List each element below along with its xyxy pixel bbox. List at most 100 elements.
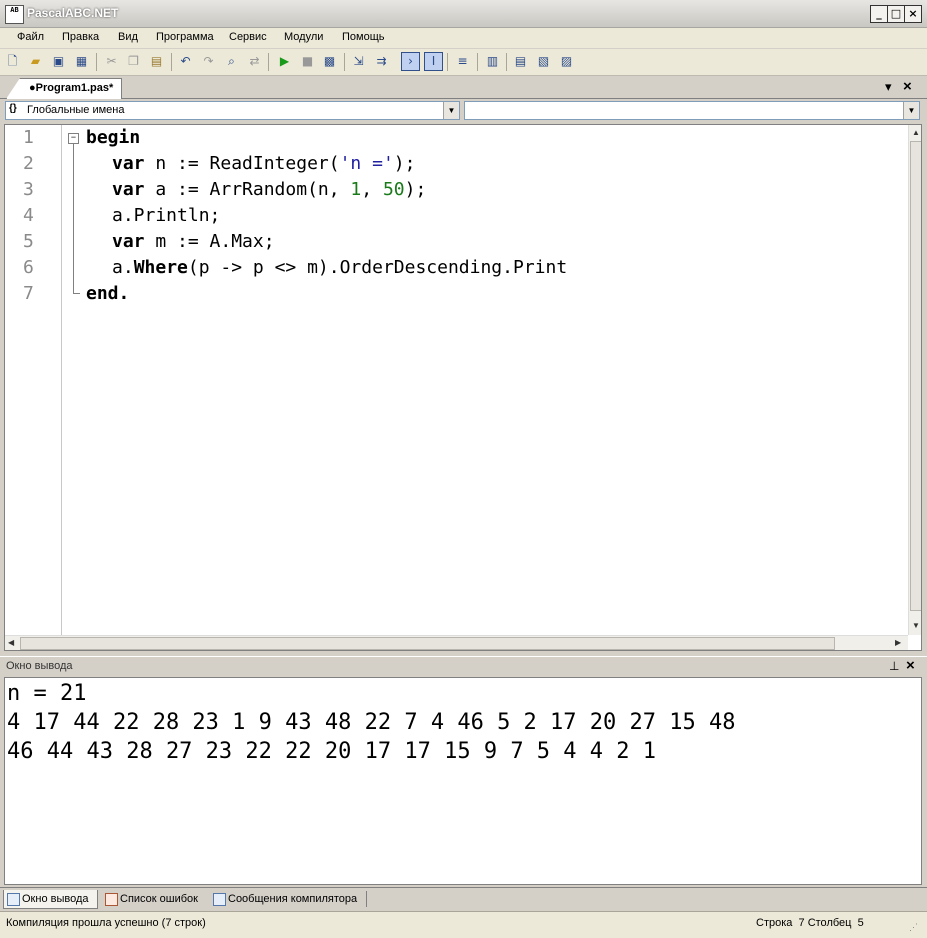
menu-program[interactable]: Программа <box>156 31 214 43</box>
cursor-position: Строка 7 Столбец 5 <box>756 917 864 929</box>
title-bar: AB PascalABC.NET _ □ × <box>0 0 927 28</box>
number-literal: 50 <box>382 179 405 200</box>
scroll-left-icon[interactable]: ◀ <box>8 638 14 647</box>
braces-icon: {} <box>9 103 17 114</box>
keyword: var <box>112 179 145 200</box>
code-text: ); <box>393 153 416 174</box>
compiler-messages-icon <box>213 893 226 906</box>
output-line: 46 44 43 28 27 23 22 22 20 17 17 15 9 7 … <box>7 739 657 764</box>
code-line-2: var n := ReadInteger('n ='); <box>112 153 415 174</box>
pin-icon[interactable]: ⊥ <box>889 659 899 673</box>
menu-modules[interactable]: Модули <box>284 31 323 43</box>
keyword: begin <box>86 127 141 148</box>
scope-select[interactable]: {} Глобальные имена ▼ <box>5 101 460 120</box>
output-panel-title: Окно вывода <box>6 660 73 672</box>
code-line-6: a.Where(p -> p <> m).OrderDescending.Pri… <box>112 257 567 278</box>
copy-icon[interactable]: ❐ <box>125 53 142 70</box>
tab-output-window[interactable]: Окно вывода <box>3 890 98 909</box>
code-template-icon[interactable]: ▥ <box>484 53 501 70</box>
window-title: PascalABC.NET <box>27 6 119 20</box>
toolbar-separator <box>268 53 269 71</box>
compile-icon[interactable]: ▩ <box>321 53 338 70</box>
output-window[interactable]: n = 21 4 17 44 22 28 23 1 9 43 48 22 7 4… <box>4 677 922 885</box>
number-literal: 1 <box>350 179 362 200</box>
panel-close-icon[interactable]: × <box>906 657 915 674</box>
toggle-output-icon[interactable]: › <box>401 52 420 71</box>
stop-icon[interactable]: ■ <box>299 53 316 70</box>
code-line-4: a.Println; <box>112 205 221 226</box>
code-editor[interactable]: 1 2 3 4 5 6 7 − begin var n := ReadInteg… <box>4 124 922 651</box>
open-folder-icon[interactable]: ▰ <box>27 53 44 70</box>
maximize-button[interactable]: □ <box>887 5 905 23</box>
vertical-scroll-thumb[interactable] <box>910 141 921 611</box>
code-text: (p -> p <> m).OrderDescending.Print <box>187 257 568 278</box>
cut-icon[interactable]: ✂ <box>103 53 120 70</box>
scroll-up-icon[interactable]: ▲ <box>912 128 920 137</box>
resize-grip-icon[interactable]: ⋰ <box>909 922 918 933</box>
line-number: 7 <box>23 283 34 304</box>
replace-icon[interactable]: ⇄ <box>246 53 263 70</box>
toolbar-separator <box>96 53 97 71</box>
line-number: 4 <box>23 205 34 226</box>
run-icon[interactable]: ▶ <box>276 53 293 70</box>
output-line: 4 17 44 22 28 23 1 9 43 48 22 7 4 46 5 2… <box>7 710 736 735</box>
close-window-button[interactable]: × <box>904 5 922 23</box>
minimize-button[interactable]: _ <box>870 5 888 23</box>
tab-compiler-messages[interactable]: Сообщения компилятора <box>210 890 365 908</box>
save-icon[interactable]: ▣ <box>50 53 67 70</box>
horizontal-scrollbar[interactable]: ◀ ▶ <box>5 635 908 650</box>
undo-icon[interactable]: ↶ <box>177 53 194 70</box>
column-value: 5 <box>857 917 864 929</box>
chevron-down-icon[interactable]: ▼ <box>443 102 459 119</box>
fold-guide-end <box>73 293 80 294</box>
form-icon[interactable]: ▨ <box>558 53 575 70</box>
save-all-icon[interactable]: ▦ <box>73 53 90 70</box>
new-file-icon[interactable]: 🗋 <box>4 53 21 70</box>
tab-error-list[interactable]: Список ошибок <box>102 890 206 908</box>
line-number: 3 <box>23 179 34 200</box>
redo-icon[interactable]: ↷ <box>200 53 217 70</box>
tab-close-icon[interactable]: × <box>903 78 912 95</box>
step-over-icon[interactable]: ⇉ <box>373 53 390 70</box>
app-logo-icon: AB <box>5 5 24 24</box>
document-tab-strip: ●Program1.pas* ▾ × <box>0 76 927 99</box>
menu-view[interactable]: Вид <box>118 31 138 43</box>
line-number: 2 <box>23 153 34 174</box>
tab-label: Сообщения компилятора <box>228 893 358 905</box>
line-number: 5 <box>23 231 34 252</box>
step-into-icon[interactable]: ⇲ <box>350 53 367 70</box>
menu-file[interactable]: Файл <box>17 31 44 43</box>
scroll-down-icon[interactable]: ▼ <box>912 621 920 630</box>
chevron-down-icon[interactable]: ▼ <box>903 102 919 119</box>
doc-icon[interactable]: ▧ <box>535 53 552 70</box>
code-text: , <box>361 179 383 200</box>
error-list-icon <box>105 893 118 906</box>
status-bar: Компиляция прошла успешно (7 строк) Стро… <box>0 911 927 938</box>
horizontal-scroll-thumb[interactable] <box>20 637 835 650</box>
navigation-combo-row: {} Глобальные имена ▼ ▼ <box>0 99 927 122</box>
toolbar-separator <box>171 53 172 71</box>
code-line-7: end. <box>86 283 129 304</box>
menu-help[interactable]: Помощь <box>342 31 385 43</box>
scroll-right-icon[interactable]: ▶ <box>895 638 901 647</box>
find-icon[interactable]: ⌕ <box>223 53 240 70</box>
tab-list-dropdown-icon[interactable]: ▾ <box>885 79 892 95</box>
toggle-input-icon[interactable]: I <box>424 52 443 71</box>
paste-icon[interactable]: ▤ <box>148 53 165 70</box>
toolbar-separator <box>447 53 448 71</box>
tab-label: Окно вывода <box>22 893 89 905</box>
format-icon[interactable]: ≡ <box>454 53 471 70</box>
member-select[interactable]: ▼ <box>464 101 920 120</box>
menu-edit[interactable]: Правка <box>62 31 99 43</box>
module-icon[interactable]: ▤ <box>512 53 529 70</box>
output-line: n = 21 <box>7 681 87 706</box>
status-message: Компиляция прошла успешно (7 строк) <box>6 917 206 929</box>
row-label: Строка <box>756 917 793 929</box>
fold-collapse-icon[interactable]: − <box>68 133 79 144</box>
line-number: 1 <box>23 127 34 148</box>
code-line-1: begin <box>86 127 140 148</box>
tab-program1[interactable]: ●Program1.pas* <box>6 78 123 99</box>
tab-label: Список ошибок <box>120 893 198 905</box>
vertical-scrollbar[interactable]: ▲ ▼ <box>908 125 921 635</box>
menu-service[interactable]: Сервис <box>229 31 267 43</box>
